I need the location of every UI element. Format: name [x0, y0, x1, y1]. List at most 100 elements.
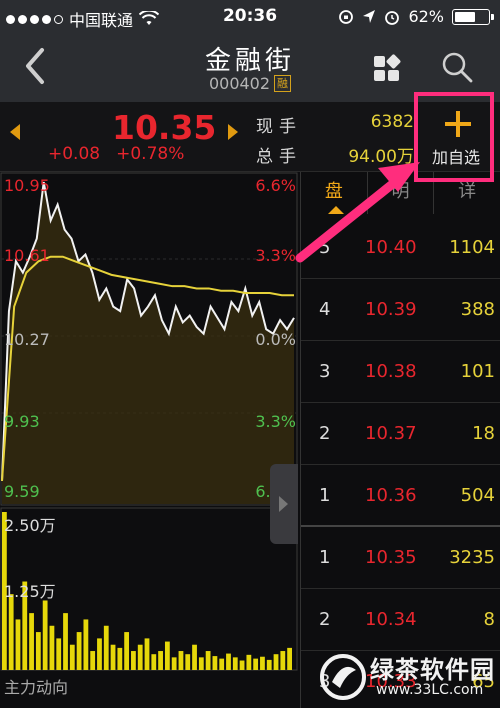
- annotation-highlight-box: [414, 92, 494, 182]
- volume-tick-label: 1.25万: [4, 582, 56, 601]
- volume-bar: [131, 651, 136, 670]
- stock-code-row: 000402 融: [0, 74, 500, 93]
- change-amount: +0.08: [48, 144, 101, 164]
- current-volume-value: 6382: [370, 112, 414, 132]
- percent-tick-label: 6.6%: [255, 176, 296, 195]
- volume-bar: [29, 613, 34, 670]
- bid-level: 2: [319, 609, 331, 630]
- tab-order-book[interactable]: 盘: [301, 172, 368, 214]
- watermark-logo-icon: [320, 654, 366, 700]
- location-icon: [363, 9, 376, 23]
- volume-bar: [253, 658, 259, 670]
- order-book-panel: 盘 明 详 5 10.40 1104 4 10.39 388 3 10.38 101 2 10…: [300, 172, 500, 708]
- volume-bar: [63, 613, 68, 670]
- volume-bar: [15, 619, 21, 670]
- price-tick-label: 9.59: [4, 482, 40, 501]
- bid-volume: 3235: [449, 547, 495, 568]
- volume-bar: [8, 594, 14, 670]
- ask-row: 3 10.38 101: [301, 341, 500, 403]
- bid-price: 10.34: [365, 609, 417, 630]
- volume-bar: [117, 647, 123, 670]
- margin-badge: 融: [274, 75, 292, 92]
- volume-bar: [239, 660, 245, 670]
- volume-bar: [144, 638, 150, 670]
- volume-bar: [83, 619, 89, 670]
- bid-level: 1: [319, 547, 331, 568]
- ask-volume: 388: [460, 299, 495, 320]
- volume-bar: [56, 638, 62, 670]
- volume-bar: [90, 651, 96, 670]
- ask-row: 4 10.39 388: [301, 279, 500, 341]
- stock-name: 金融街: [204, 46, 295, 76]
- ask-level: 4: [319, 299, 331, 320]
- ask-price: 10.38: [365, 361, 417, 382]
- ask-volume: 504: [460, 485, 495, 506]
- volume-bar: [151, 654, 157, 670]
- volume-tick-label: 2.50万: [4, 516, 56, 535]
- ask-row: 1 10.36 504: [301, 465, 500, 527]
- volume-bar: [178, 651, 184, 670]
- volume-bar: [280, 651, 286, 670]
- volume-bar: [76, 632, 82, 670]
- volume-bar: [232, 657, 238, 670]
- volume-bar: [226, 653, 231, 670]
- volume-bar: [171, 657, 177, 670]
- volume-bar: [164, 641, 170, 670]
- volume-bar: [97, 638, 102, 670]
- battery-icon: [452, 8, 494, 25]
- volume-bar: [246, 654, 252, 670]
- ask-level: 3: [319, 361, 331, 382]
- expand-panel-handle[interactable]: [270, 464, 298, 544]
- total-volume-value: 94.00万: [348, 147, 414, 167]
- volume-bar: [266, 659, 272, 670]
- ask-price: 10.40: [365, 237, 417, 258]
- battery-percent: 62%: [408, 7, 444, 26]
- price-tick-label: 10.95: [4, 176, 50, 195]
- price-change: +0.08 +0.78%: [48, 144, 184, 164]
- volume-bar: [198, 657, 204, 670]
- watermark-url: www.33LC.com: [376, 682, 484, 698]
- bid-price: 10.35: [365, 547, 417, 568]
- search-icon[interactable]: [440, 50, 474, 84]
- volume-bar: [158, 651, 163, 670]
- bid-row: 2 10.34 8: [301, 589, 500, 651]
- volume-bar: [49, 625, 55, 670]
- watermark: 绿茶软件园 www.33LC.com: [318, 648, 500, 708]
- previous-stock-arrow-icon[interactable]: [10, 124, 20, 140]
- price-tick-label: 9.93: [4, 412, 40, 431]
- percent-tick-label: 0.0%: [255, 330, 296, 349]
- ask-volume: 1104: [449, 237, 495, 258]
- ask-level: 5: [319, 237, 331, 258]
- alarm-icon: [385, 10, 400, 25]
- rotation-lock-icon: [339, 9, 354, 24]
- ask-level: 2: [319, 423, 331, 444]
- volume-bar: [42, 600, 48, 670]
- change-percent: +0.78%: [116, 144, 185, 164]
- grid-icon[interactable]: [372, 54, 402, 84]
- volume-bar: [110, 644, 116, 670]
- bid-row: 1 10.35 3235: [301, 527, 500, 589]
- volume-bar: [273, 654, 279, 670]
- volume-bar: [124, 632, 130, 670]
- stock-code: 000402: [208, 74, 271, 93]
- bid-volume: 8: [483, 609, 495, 630]
- ask-row: 2 10.37 18: [301, 403, 500, 465]
- percent-tick-label: 3.3%: [255, 412, 296, 431]
- volume-bar: [69, 644, 75, 670]
- volume-bar: [192, 644, 197, 670]
- current-volume-label: 现手: [256, 117, 302, 137]
- volume-bar: [185, 654, 191, 670]
- main-force-flow-label[interactable]: 主力动向: [4, 674, 68, 698]
- intraday-chart[interactable]: 10.95 10.61 10.27 9.93 9.59 6.6% 3.3% 0.…: [0, 172, 300, 708]
- next-stock-arrow-icon[interactable]: [228, 124, 238, 140]
- status-bar: 中国联通 20:36 62%: [0, 0, 500, 32]
- volume-bar: [287, 647, 292, 670]
- volume-bar: [137, 644, 143, 670]
- battery-level-fill: [455, 11, 475, 22]
- ask-volume: 18: [472, 423, 495, 444]
- volume-bar: [219, 658, 225, 670]
- ask-row: 5 10.40 1104: [301, 217, 500, 279]
- watermark-text: 绿茶软件园: [370, 656, 495, 684]
- ask-price: 10.37: [365, 423, 417, 444]
- percent-tick-label: 3.3%: [255, 246, 296, 265]
